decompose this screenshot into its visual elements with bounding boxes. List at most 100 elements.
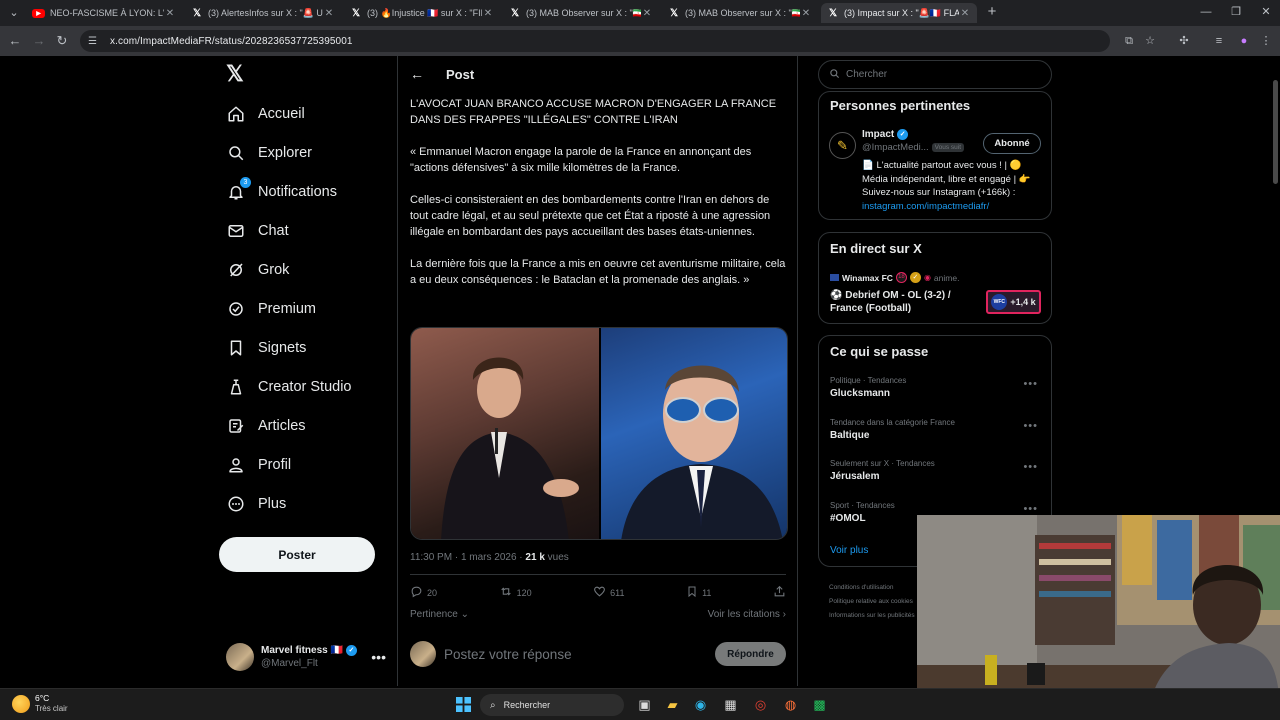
quotes-label: Voir les citations xyxy=(707,609,780,620)
window-close-icon[interactable]: ✕ xyxy=(1258,4,1274,20)
file-explorer-icon[interactable]: ▰ xyxy=(664,696,681,713)
trend-item[interactable]: Tendance dans la catégorie France Baltiq… xyxy=(830,418,1044,441)
sort-dropdown[interactable]: Pertinence ⌄ xyxy=(410,609,469,620)
weather-condition: Très clair xyxy=(35,704,68,713)
tab-4[interactable]: 𝕏 (3) MAB Observer sur X : "🇮🇷 Su ✕ xyxy=(662,3,818,23)
tab-2[interactable]: 𝕏 (3) 🔥Injustice 🇫🇷 sur X : "FIN D ✕ xyxy=(344,3,500,23)
extensions-icon[interactable]: ✣ xyxy=(1176,33,1192,49)
nav-item-premium[interactable]: Premium xyxy=(226,295,316,323)
bio-link[interactable]: instagram.com/impactmediafr/ xyxy=(862,201,989,212)
nav-item-creator-studio[interactable]: Creator Studio xyxy=(226,373,352,401)
minimize-icon[interactable]: — xyxy=(1198,4,1214,20)
following-button[interactable]: Abonné xyxy=(983,133,1041,154)
chrome-icon[interactable]: ◎ xyxy=(752,696,769,713)
account-switcher[interactable]: Marvel fitness 🇫🇷 ✓ @Marvel_Flt ••• xyxy=(226,641,386,673)
footer-link[interactable]: Informations sur les publicités xyxy=(829,609,919,623)
nav-item-chat[interactable]: Chat xyxy=(226,217,289,245)
weather-widget[interactable]: 6°C Très clair xyxy=(12,693,68,714)
more-dots-icon[interactable]: ••• xyxy=(1023,378,1038,390)
site-info-icon[interactable]: ☰ xyxy=(88,36,102,47)
footer-link[interactable]: Politique relative aux cookies xyxy=(829,595,919,609)
live-event-title[interactable]: ⚽ Debrief OM - OL (3-2) / France (Footba… xyxy=(830,289,978,315)
store-icon[interactable]: ▦ xyxy=(722,696,739,713)
more-dots-icon[interactable]: ••• xyxy=(371,649,386,665)
nav-label: Chat xyxy=(258,223,289,239)
media-control-icon[interactable]: ≡ xyxy=(1211,33,1227,49)
bookmark-button[interactable]: 11 xyxy=(686,585,711,601)
tab-5-active[interactable]: 𝕏 (3) Impact sur X : "🚨🇫🇷 FLASH ✕ xyxy=(821,3,977,23)
like-button[interactable]: 611 xyxy=(593,585,625,601)
app-icon[interactable]: ▩ xyxy=(811,696,828,713)
taskbar-search[interactable]: ⌕ Rechercher xyxy=(480,694,624,716)
forward-icon[interactable]: → xyxy=(31,33,47,49)
tab-0[interactable]: ▶ NEO-FASCISME À LYON: L'IM ✕ xyxy=(26,3,182,23)
repost-count: 120 xyxy=(516,588,532,598)
nav-item-explorer[interactable]: Explorer xyxy=(226,139,312,167)
photo-left-figure xyxy=(441,357,579,539)
reply-composer: Postez votre réponse Répondre xyxy=(410,640,786,668)
edge-icon[interactable]: ◉ xyxy=(692,696,709,713)
chevron-down-icon: ⌄ xyxy=(457,609,469,620)
close-icon[interactable]: ✕ xyxy=(164,8,176,19)
tab-1[interactable]: 𝕏 (3) AlertesInfos sur X : "🚨 USA ✕ xyxy=(185,3,341,23)
restore-icon[interactable]: ❐ xyxy=(1228,4,1244,20)
post-image[interactable] xyxy=(410,327,788,540)
cast-icon[interactable]: ⧉ xyxy=(1121,33,1137,49)
trend-category: Politique · Tendances xyxy=(830,376,907,385)
reload-icon[interactable]: ↻ xyxy=(54,33,70,49)
nav-item-notifications[interactable]: 3 Notifications xyxy=(226,177,337,206)
nav-item-accueil[interactable]: Accueil xyxy=(226,100,305,128)
footer-link[interactable]: Conditions d'utilisation xyxy=(829,581,919,595)
back-icon[interactable]: ← xyxy=(7,33,23,49)
nav-item-articles[interactable]: Articles xyxy=(226,412,306,440)
profile-icon[interactable]: ● xyxy=(1236,33,1252,49)
nav-item-profil[interactable]: Profil xyxy=(226,451,291,479)
trend-category: Sport · Tendances xyxy=(830,501,895,510)
windows-start-icon[interactable] xyxy=(455,696,472,713)
mail-icon xyxy=(226,221,246,241)
nav-item-plus[interactable]: Plus xyxy=(226,490,286,518)
tab-3[interactable]: 𝕏 (3) MAB Observer sur X : "🇮🇷 ✈ ✕ xyxy=(503,3,659,23)
live-host[interactable]: Winamax FC 18 ✓ ◉ anime. xyxy=(830,272,959,283)
close-icon[interactable]: ✕ xyxy=(959,8,971,19)
user-names[interactable]: Impact ✓ @ImpactMedi... Vous suit xyxy=(862,129,982,153)
show-more-link[interactable]: Voir plus xyxy=(830,545,868,556)
reply-submit-button[interactable]: Répondre xyxy=(715,642,786,666)
reply-input[interactable]: Postez votre réponse xyxy=(444,647,715,662)
view-quotes-link[interactable]: Voir les citations › xyxy=(708,609,786,620)
search-input[interactable]: Chercher xyxy=(818,60,1052,89)
chevron-right-icon: › xyxy=(779,609,786,620)
tab-search-icon[interactable]: ⌄ xyxy=(6,5,22,21)
more-dots-icon[interactable]: ••• xyxy=(1023,420,1038,432)
nav-label: Creator Studio xyxy=(258,379,352,395)
card-title: En direct sur X xyxy=(830,241,922,256)
nav-item-signets[interactable]: Signets xyxy=(226,334,306,362)
post-button[interactable]: Poster xyxy=(219,537,375,572)
reply-icon xyxy=(410,585,423,601)
nav-item-grok[interactable]: Grok xyxy=(226,256,289,284)
listeners-badge[interactable]: WFC +1,4 k xyxy=(986,290,1041,314)
more-dots-icon[interactable]: ••• xyxy=(1023,503,1038,515)
close-icon[interactable]: ✕ xyxy=(641,8,653,19)
reply-button[interactable]: 20 xyxy=(410,585,437,601)
star-icon[interactable]: ☆ xyxy=(1142,33,1158,49)
repost-button[interactable]: 120 xyxy=(499,585,532,601)
scrollbar-thumb[interactable] xyxy=(1273,80,1278,184)
close-icon[interactable]: ✕ xyxy=(800,8,812,19)
task-view-icon[interactable]: ▣ xyxy=(636,696,653,713)
firefox-icon[interactable]: ◍ xyxy=(782,696,799,713)
trend-item[interactable]: Seulement sur X · Tendances Jérusalem ••… xyxy=(830,459,1044,482)
close-icon[interactable]: ✕ xyxy=(323,8,335,19)
close-icon[interactable]: ✕ xyxy=(482,8,494,19)
back-arrow-icon[interactable]: ← xyxy=(410,66,428,82)
x-logo-icon[interactable]: 𝕏 xyxy=(226,63,246,85)
trend-item[interactable]: Politique · Tendances Glucksmann ••• xyxy=(830,376,1044,399)
menu-icon[interactable]: ⋮ xyxy=(1258,33,1274,49)
post-paragraph: « Emmanuel Macron engage la parole de la… xyxy=(410,146,752,174)
share-button[interactable] xyxy=(773,585,786,601)
new-tab-icon[interactable]: + xyxy=(984,4,1000,20)
url-field[interactable]: ☰ x.com/ImpactMediaFR/status/20282365377… xyxy=(80,30,1110,52)
more-dots-icon[interactable]: ••• xyxy=(1023,461,1038,473)
impact-avatar[interactable]: ✎ xyxy=(829,132,856,159)
post-paragraph: La dernière fois que la France a mis en … xyxy=(410,258,786,286)
